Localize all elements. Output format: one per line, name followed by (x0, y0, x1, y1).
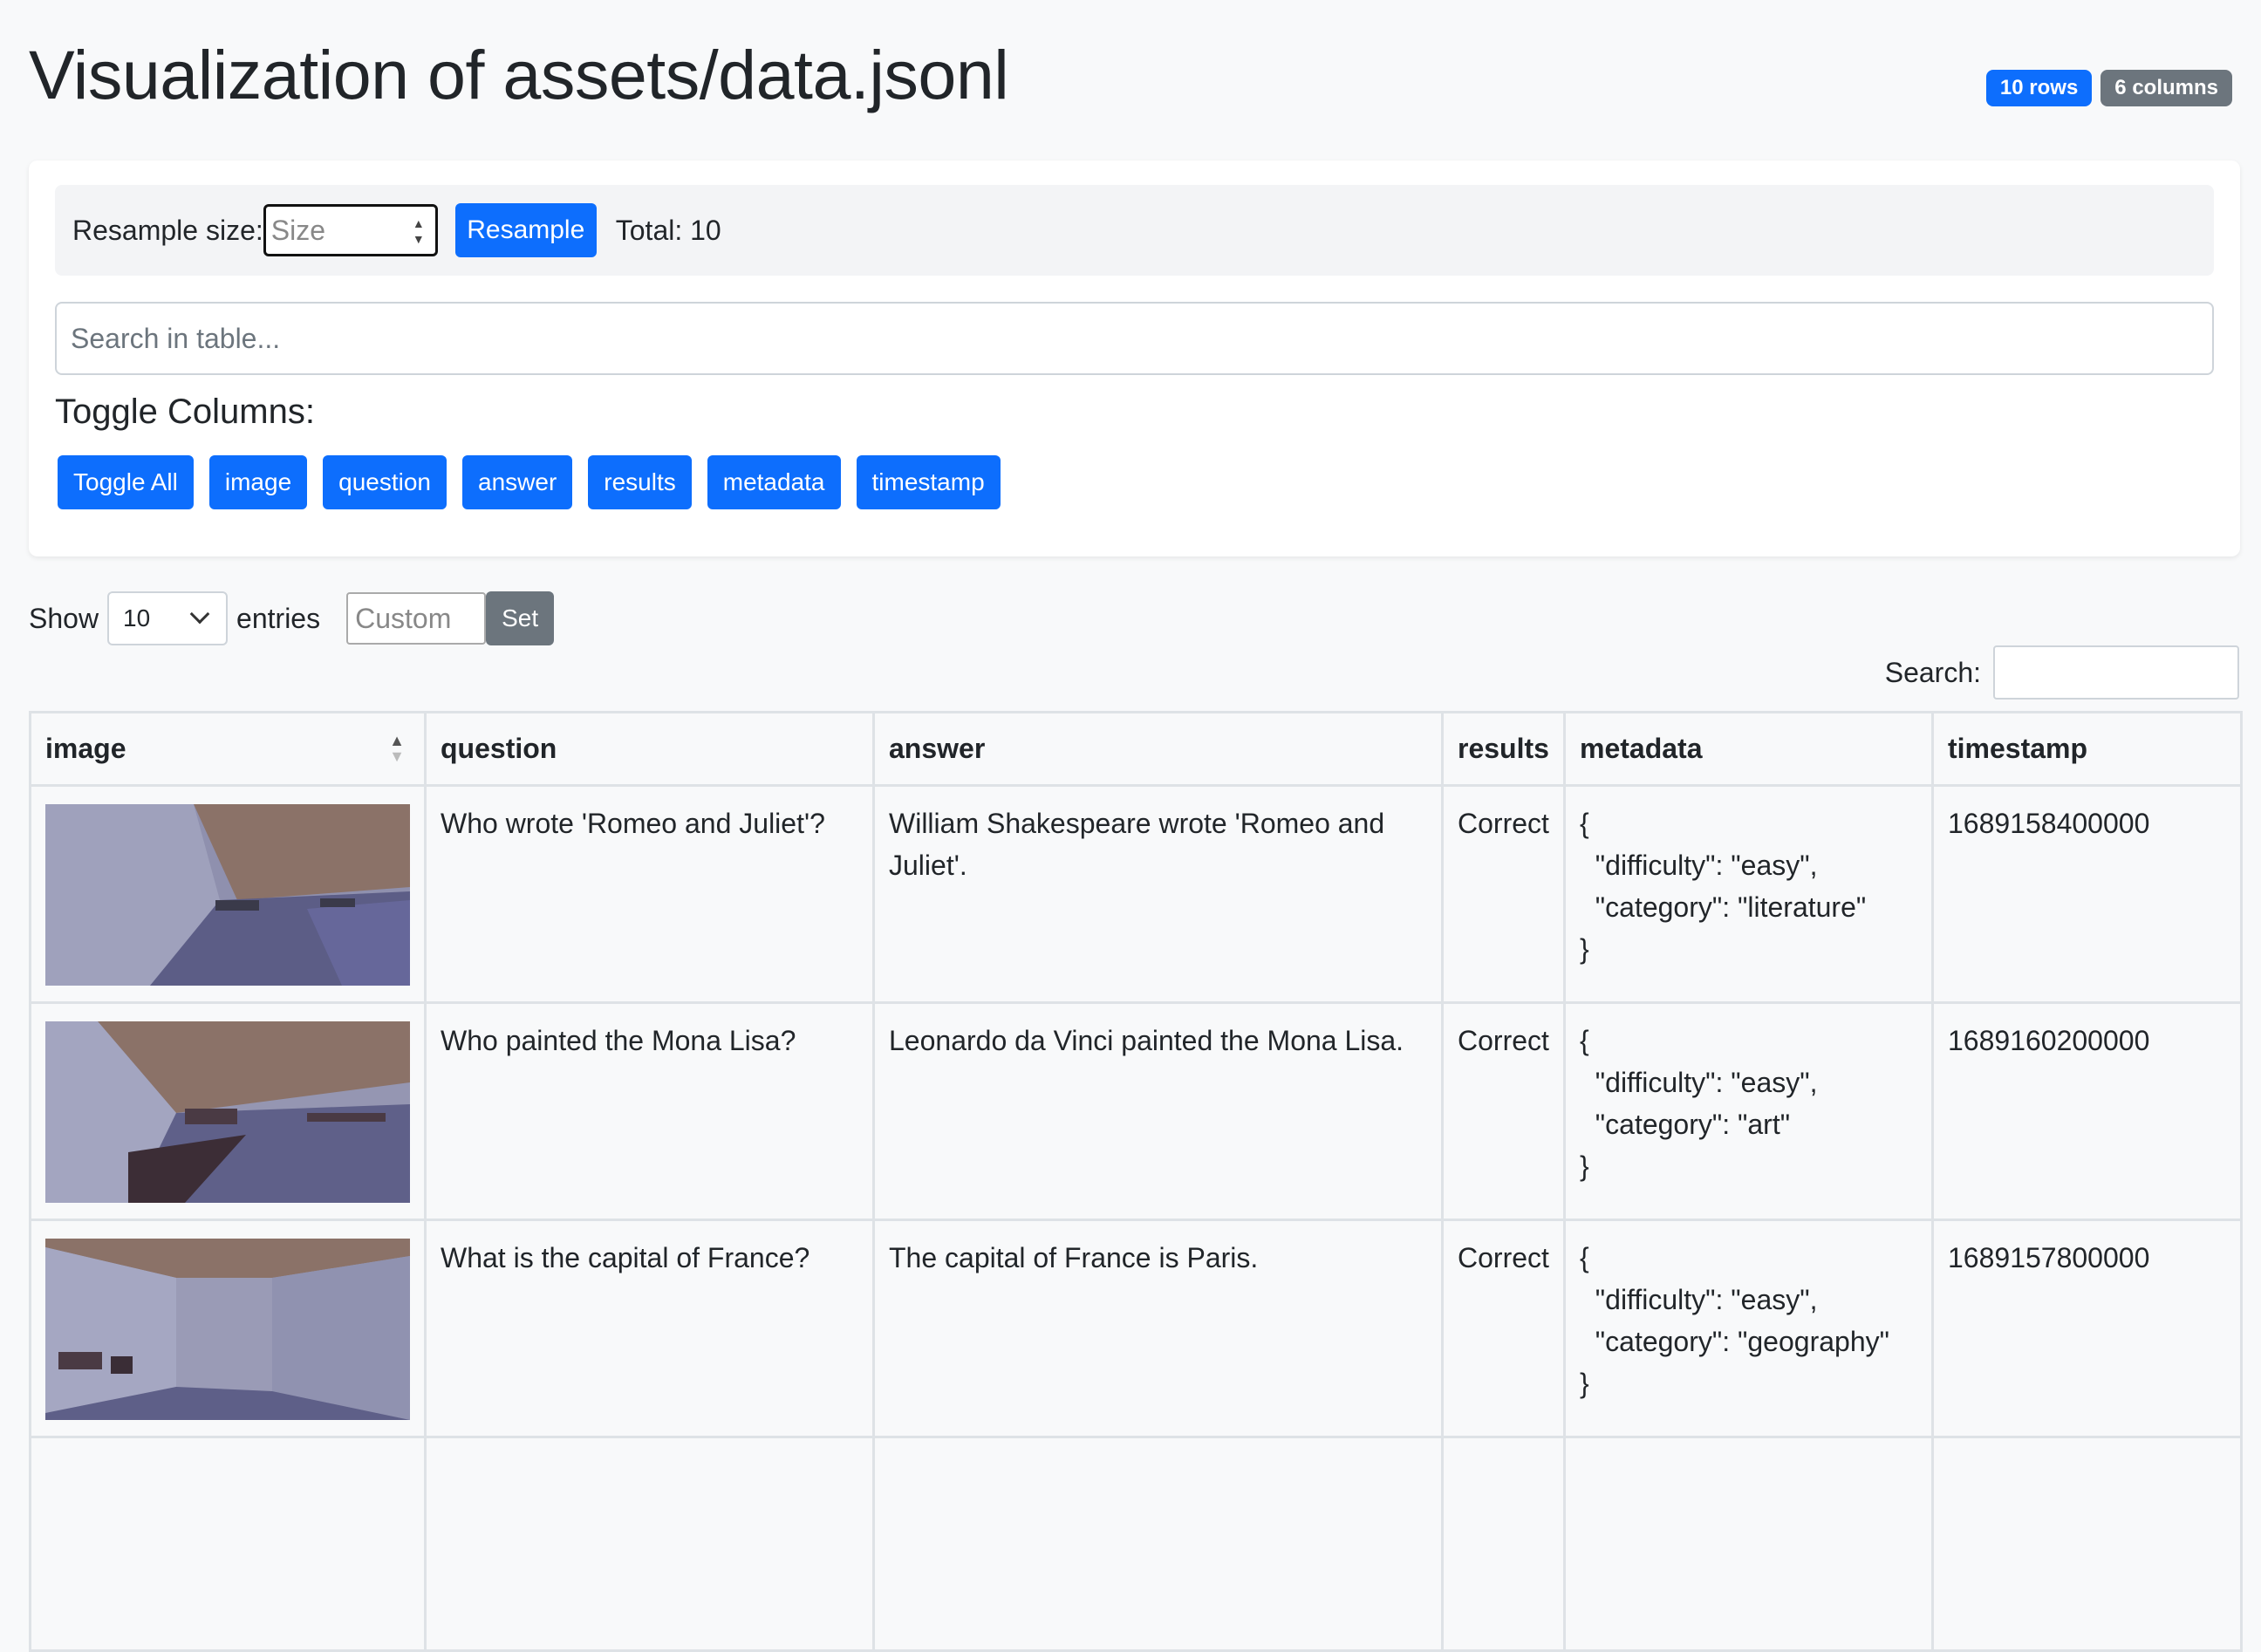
column-header-answer[interactable]: answer (872, 711, 1444, 787)
show-label: Show (29, 602, 99, 634)
toggle-question-button[interactable]: question (323, 455, 447, 509)
resample-row: Resample size: Size ▲ ▼ Resample Total: 1… (55, 185, 2214, 276)
image-cell (29, 1001, 427, 1221)
toggle-results-button[interactable]: results (588, 455, 692, 509)
column-header-results[interactable]: results (1441, 711, 1566, 787)
room-thumbnail-image (45, 1021, 410, 1203)
metadata-line: { (1580, 1242, 1589, 1273)
table-row: Who wrote 'Romeo and Juliet'? William Sh… (29, 784, 2243, 1004)
room-thumbnail-image (45, 1239, 410, 1420)
metadata-line: } (1580, 1368, 1589, 1399)
results-cell: Correct (1441, 1001, 1566, 1221)
metadata-line: "difficulty": "easy", (1580, 1067, 1818, 1098)
table-header-row: image ▲ ▼ question answer results metadat… (29, 711, 2243, 787)
answer-cell: Leonardo da Vinci painted the Mona Lisa. (872, 1001, 1444, 1221)
resample-size-input[interactable]: Size ▲ ▼ (263, 204, 438, 256)
question-cell (424, 1436, 875, 1652)
toggle-columns-row: Toggle All image question answer results… (58, 455, 1001, 509)
resample-size-placeholder: Size (270, 214, 325, 246)
column-header-label: image (45, 733, 126, 764)
results-cell (1441, 1436, 1566, 1652)
table-search-input[interactable]: Search in table... (55, 302, 2214, 375)
column-header-metadata[interactable]: metadata (1563, 711, 1934, 787)
column-header-timestamp[interactable]: timestamp (1931, 711, 2243, 787)
metadata-line: "category": "art" (1580, 1109, 1791, 1140)
metadata-line: { (1580, 1025, 1589, 1056)
image-cell (29, 1436, 427, 1652)
total-count: Total: 10 (615, 214, 721, 246)
spinner-icon[interactable]: ▲ ▼ (413, 215, 425, 247)
header: Visualization of assets/data.jsonl 10 ro… (29, 0, 2232, 148)
entries-label: entries (236, 602, 321, 634)
toggle-columns-title: Toggle Columns: (55, 393, 315, 431)
metadata-line: } (1580, 1150, 1589, 1182)
table-row: Who painted the Mona Lisa? Leonardo da V… (29, 1001, 2243, 1221)
results-cell: Correct (1441, 784, 1566, 1004)
timestamp-cell: 1689158400000 (1931, 784, 2243, 1004)
search-input[interactable] (1993, 645, 2239, 700)
question-cell: What is the capital of France? (424, 1219, 875, 1438)
chevron-down-icon (189, 604, 210, 625)
column-header-question[interactable]: question (424, 711, 875, 787)
results-cell: Correct (1441, 1219, 1566, 1438)
sort-icon: ▲ ▼ (389, 732, 405, 765)
question-cell: Who wrote 'Romeo and Juliet'? (424, 784, 875, 1004)
column-header-image[interactable]: image ▲ ▼ (29, 711, 427, 787)
metadata-cell: { "difficulty": "easy", "category": "lit… (1563, 784, 1934, 1004)
image-cell (29, 784, 427, 1004)
toggle-answer-button[interactable]: answer (462, 455, 573, 509)
datatable-search: Search: (1885, 645, 2239, 700)
answer-cell: William Shakespeare wrote 'Romeo and Jul… (872, 784, 1444, 1004)
page-title: Visualization of assets/data.jsonl (29, 36, 1009, 113)
controls-card: Resample size: Size ▲ ▼ Resample Total: 1… (29, 160, 2240, 556)
entries-select[interactable]: 10 (107, 591, 229, 645)
toggle-all-button[interactable]: Toggle All (58, 455, 194, 509)
metadata-line: "difficulty": "easy", (1580, 850, 1818, 881)
badges: 10 rows 6 columns (1985, 70, 2232, 106)
set-button[interactable]: Set (486, 591, 555, 645)
toggle-timestamp-button[interactable]: timestamp (856, 455, 1001, 509)
metadata-line: "category": "literature" (1580, 891, 1867, 923)
question-cell: Who painted the Mona Lisa? (424, 1001, 875, 1221)
resample-button[interactable]: Resample (454, 203, 597, 257)
metadata-line: } (1580, 933, 1589, 965)
table-row (29, 1436, 2243, 1652)
answer-cell: The capital of France is Paris. (872, 1219, 1444, 1438)
length-controls: Show 10 entries Custom Set (29, 591, 555, 645)
metadata-line: "category": "geography" (1580, 1326, 1889, 1357)
metadata-line: { (1580, 808, 1589, 839)
image-cell (29, 1219, 427, 1438)
resample-label: Resample size: (72, 214, 263, 246)
columns-badge: 6 columns (2100, 70, 2232, 106)
custom-length-input[interactable]: Custom (346, 592, 487, 645)
toggle-image-button[interactable]: image (208, 455, 308, 509)
answer-cell (872, 1436, 1444, 1652)
data-table: image ▲ ▼ question answer results metadat… (29, 711, 2243, 1652)
rows-badge: 10 rows (1985, 70, 2093, 106)
timestamp-cell: 1689157800000 (1931, 1219, 2243, 1438)
timestamp-cell (1931, 1436, 2243, 1652)
table-row: What is the capital of France? The capit… (29, 1219, 2243, 1438)
search-label: Search: (1884, 656, 1981, 688)
metadata-cell: { "difficulty": "easy", "category": "art… (1563, 1001, 1934, 1221)
room-thumbnail-image (45, 804, 410, 986)
entries-select-value: 10 (123, 604, 151, 631)
metadata-cell (1563, 1436, 1934, 1652)
timestamp-cell: 1689160200000 (1931, 1001, 2243, 1221)
metadata-line: "difficulty": "easy", (1580, 1284, 1818, 1315)
metadata-cell: { "difficulty": "easy", "category": "geo… (1563, 1219, 1934, 1438)
toggle-metadata-button[interactable]: metadata (707, 455, 841, 509)
